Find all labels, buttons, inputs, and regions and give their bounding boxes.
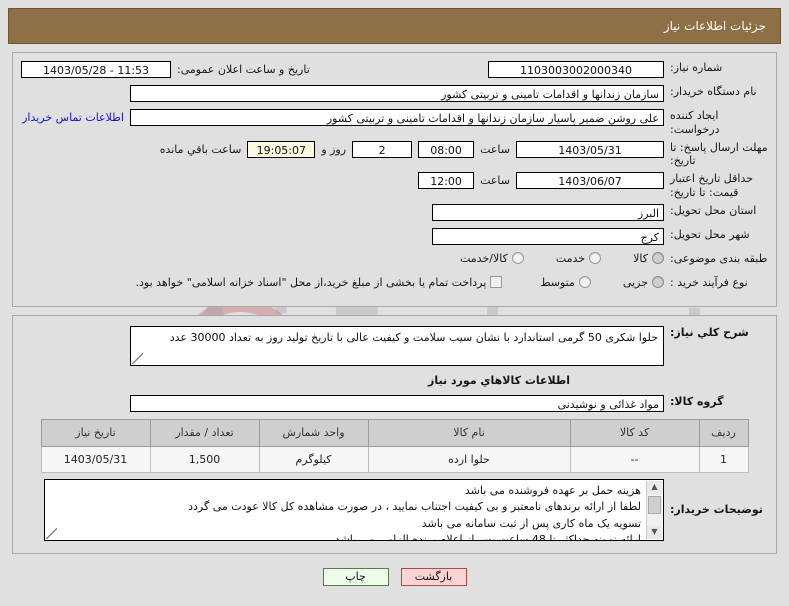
response-deadline-time-field[interactable]: 08:00 [418,140,475,158]
price-validity-time-field[interactable]: 12:00 [418,172,475,189]
label-category: طبقه بندی موضوعی: [670,251,768,265]
label-response-deadline-time: ساعت [480,142,510,156]
city-field[interactable]: کرج [432,227,664,245]
radio-process-medium[interactable]: متوسط [540,276,591,289]
row-price-validity: حداقل تاریخ اعتبار قیمت: تا تاریخ: 1403/… [21,172,768,200]
buyer-notes-line-3: تسویه یک ماه کاری پس از ثبت سامانه می با… [421,516,641,530]
footer-actions: بازگشت چاپ [0,568,789,586]
label-price-validity: حداقل تاریخ اعتبار قیمت: تا تاریخ: [670,172,754,199]
cell-row-number: 1 [698,445,749,473]
goods-table-header-row: ردیف کد کالا نام کالا واحد شمارش تعداد /… [40,418,749,447]
buyer-notes-line-1: هزینه حمل بر عهده فروشنده می باشد [464,483,641,497]
cell-goods-name: حلوا ارده [367,445,571,473]
row-goods-group: گروه کالا: مواد غذائی و نوشیدنی [21,394,768,415]
announce-datetime-field[interactable]: 1403/05/28 - 11:53 [21,61,171,78]
cell-unit: کیلوگرم [258,445,369,473]
print-button[interactable]: چاپ [322,568,389,586]
page-title: جزئیات اطلاعات نیاز [663,19,766,33]
label-need-description: شرح کلي نیاز: [670,325,749,339]
resize-grip-icon[interactable] [132,352,143,364]
row-buyer-notes: توضیحات خریدار: هزینه حمل بر عهده فروشند… [21,478,768,541]
goods-panel: شرح کلي نیاز: حلوا شکری 50 گرمی استاندار… [12,314,777,554]
response-deadline-date-field[interactable]: 1403/05/31 [516,140,664,158]
row-buyer-org: نام دستگاه خریدار: سازمان زندانها و اقدا… [21,85,768,105]
checkbox-label-treasury-payment: پرداخت تمام یا بخشی از مبلغ خرید،از محل … [135,275,487,289]
checkbox-icon-treasury-payment[interactable] [490,276,503,288]
label-response-deadline: مهلت ارسال پاسخ: تا تاریخ: [670,140,768,168]
radio-icon-goods[interactable] [652,252,664,264]
col-goods-name: نام کالا [367,418,571,447]
scrollbar-thumb[interactable] [648,495,661,514]
radio-label-goods: کالا [633,251,648,265]
row-city: شهر محل تحویل: کرج [21,227,768,248]
radio-process-minor[interactable]: جزیی [623,276,664,289]
radio-category-goods[interactable]: کالا [633,252,664,265]
label-buyer-notes: توضیحات خریدار: [670,502,763,516]
col-goods-code: کد کالا [569,418,700,447]
requester-field[interactable]: علی روشن ضمیر پاسیار سازمان زندانها و اق… [130,109,664,126]
col-unit: واحد شمارش [258,418,369,447]
row-province: استان محل تحویل: البرز [21,203,768,224]
row-need-description: شرح کلي نیاز: حلوا شکری 50 گرمی استاندار… [21,325,768,366]
radio-label-medium: متوسط [540,275,575,289]
goods-table: ردیف کد کالا نام کالا واحد شمارش تعداد /… [40,418,749,473]
page-header: جزئیات اطلاعات نیاز [8,8,781,44]
buyer-notes-scrollbar[interactable]: ▲ ▼ [646,480,662,539]
countdown-timer-field: 19:05:07 [247,140,316,158]
row-process-type: نوع فرآیند خرید : جزیی متوسط پرداخت تمام… [21,276,768,296]
need-number-field[interactable]: 1103003002000340 [488,61,664,78]
buyer-notes-textarea[interactable]: هزینه حمل بر عهده فروشنده می باشد لطفا ا… [44,478,664,541]
back-button[interactable]: بازگشت [400,568,467,586]
label-days-separator: روز و [321,142,347,156]
row-category: طبقه بندی موضوعی: کالا خدمت کالا/خدمت [21,252,768,272]
goods-section-title: اطلاعات کالاهاي مورد نیاز [428,373,570,387]
label-requester: ایجاد کننده درخواست: [670,109,720,136]
scroll-up-icon[interactable]: ▲ [647,480,662,494]
need-description-text: حلوا شکری 50 گرمی استاندارد با نشان سیب … [169,330,658,344]
radio-icon-minor[interactable] [652,276,664,288]
goods-group-field[interactable]: مواد غذائی و نوشیدنی [130,394,664,412]
col-row-number: ردیف [698,418,749,447]
radio-icon-service[interactable] [589,252,602,264]
buyer-org-field[interactable]: سازمان زندانها و اقدامات تامینی و تربیتی… [130,85,664,102]
label-province: استان محل تحویل: [670,203,757,217]
need-details-panel: شماره نیاز: 1103003002000340 تاریخ و ساع… [12,52,777,307]
row-requester: ایجاد کننده درخواست: علی روشن ضمیر پاسیا… [21,109,768,137]
need-description-textarea[interactable]: حلوا شکری 50 گرمی استاندارد با نشان سیب … [130,325,664,366]
col-quantity: تعداد / مقدار [149,418,260,447]
label-city: شهر محل تحویل: [670,227,750,241]
label-need-number: شماره نیاز: [670,61,723,74]
radio-category-goods-service[interactable]: کالا/خدمت [460,252,524,265]
label-announce-datetime: تاریخ و ساعت اعلان عمومی: [177,63,310,76]
radio-category-service[interactable]: خدمت [555,251,602,265]
days-remaining-field: 2 [352,140,413,158]
radio-label-service: خدمت [555,251,586,265]
checkbox-treasury-payment[interactable]: پرداخت تمام یا بخشی از مبلغ خرید،از محل … [136,276,503,289]
scroll-down-icon[interactable]: ▼ [647,525,662,539]
price-validity-date-field[interactable]: 1403/06/07 [516,172,664,189]
radio-icon-goods-service[interactable] [511,252,524,264]
buyer-notes-line-2: لطفا از ارائه برندهای نامعتبر و بی کیفیت… [188,500,641,513]
label-remaining-hours: ساعت باقي مانده [159,142,242,156]
notes-resize-grip-icon[interactable] [46,527,57,539]
label-process-type: نوع فرآیند خرید : [670,275,748,289]
radio-label-minor: جزیی [622,275,648,289]
radio-label-goods-service: کالا/خدمت [460,251,508,265]
buyer-contact-link[interactable]: اطلاعات تماس خریدار [22,111,124,124]
table-row: 1 -- حلوا ارده کیلوگرم 1,500 1403/05/31 [40,445,749,473]
label-buyer-org: نام دستگاه خریدار: [670,85,757,98]
label-goods-group: گروه کالا: [670,394,724,408]
label-price-validity-time: ساعت [480,174,510,187]
cell-goods-code: -- [569,445,700,473]
cell-need-date: 1403/05/31 [40,445,151,473]
province-field[interactable]: البرز [432,203,664,221]
cell-quantity: 1,500 [149,445,260,473]
row-need-number: شماره نیاز: 1103003002000340 تاریخ و ساع… [21,61,768,81]
col-need-date: تاریخ نیاز [40,418,151,447]
buyer-notes-line-4: ارائه نمونه حداکثر تا 48 ساعت پس از اعلا… [334,533,641,541]
row-response-deadline: مهلت ارسال پاسخ: تا تاریخ: 1403/05/31 سا… [21,140,768,169]
radio-icon-medium[interactable] [578,276,591,288]
